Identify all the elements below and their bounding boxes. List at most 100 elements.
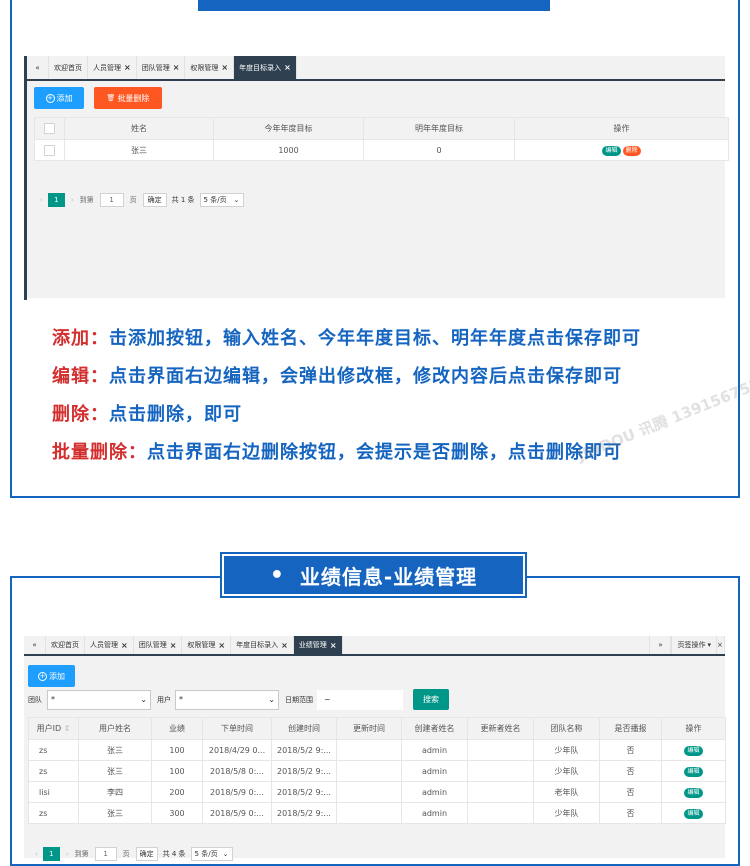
tab-item[interactable]: 年度目标录入 × — [231, 636, 294, 654]
page-current[interactable]: 1 — [47, 193, 65, 207]
close-icon[interactable]: × — [170, 641, 177, 650]
add-button-label: 添加 — [49, 671, 65, 681]
date-range-input[interactable]: ~ — [317, 689, 403, 710]
col-header[interactable]: 更新者姓名 — [467, 717, 534, 740]
user-select[interactable]: * ⌄ — [175, 689, 279, 710]
tab-item[interactable]: 业绩管理 × — [293, 636, 343, 654]
close-icon[interactable]: × — [173, 63, 180, 72]
col-header[interactable]: 今年年度目标 — [213, 117, 364, 140]
tab-item[interactable]: 权限管理 × — [182, 636, 232, 654]
col-header[interactable]: 操作 — [661, 717, 726, 740]
chevron-down-icon: ⌄ — [222, 850, 229, 858]
col-header[interactable]: 更新时间 — [336, 717, 402, 740]
pagination: ‹ 1 › 到第 1 页 确定 共 1 条 5 条/页 ⌄ — [40, 193, 244, 207]
tab-label: 欢迎首页 — [51, 641, 79, 649]
batch-delete-button[interactable]: 🗑 批量删除 — [94, 87, 162, 109]
cell-broadcast: 否 — [599, 739, 662, 761]
close-icon[interactable]: × — [281, 641, 288, 650]
col-header[interactable]: 姓名 — [64, 117, 214, 140]
tab-label: 权限管理 — [190, 63, 219, 72]
next-page-icon[interactable]: › — [66, 850, 69, 858]
tab-label: 年度目标录入 — [239, 63, 282, 72]
tab-item[interactable]: 人员管理 × — [85, 636, 134, 654]
annotations: 添加：击添加按钮，输入姓名、今年年度目标、明年年度点击保存即可 编辑：点击界面右… — [52, 324, 641, 476]
cell-id: zs — [28, 802, 79, 824]
annotation-text: 点击界面右边删除按钮，会提示是否删除，点击删除即可 — [147, 442, 622, 463]
tab-label: 团队管理 — [138, 641, 167, 649]
page-input[interactable]: 1 — [99, 193, 124, 207]
add-button[interactable]: + 添加 — [34, 87, 84, 109]
edit-button[interactable]: 编辑 — [602, 145, 621, 156]
tab-scroll-right-icon[interactable]: » — [649, 636, 672, 654]
tab-item[interactable]: 团队管理 × — [137, 56, 186, 79]
col-header[interactable]: 是否播报 — [599, 717, 662, 740]
cell-updater — [467, 802, 534, 824]
cell-id: zs — [28, 760, 79, 782]
cell-id: zs — [28, 739, 79, 761]
team-select[interactable]: * ⌄ — [47, 689, 151, 710]
tab-item[interactable]: 团队管理 × — [134, 636, 183, 654]
close-icon[interactable]: × — [124, 63, 131, 72]
row-checkbox[interactable] — [44, 144, 55, 156]
tab-item[interactable]: 人员管理 × — [88, 56, 137, 79]
tab-scroll-left-icon[interactable]: « — [27, 56, 49, 79]
cell-team: 老年队 — [533, 781, 600, 803]
page-size-select[interactable]: 5 条/页 ⌄ — [199, 193, 244, 207]
col-header[interactable]: 明年年度目标 — [363, 117, 515, 140]
tab-label: 团队管理 — [141, 63, 170, 72]
col-header[interactable]: 创建时间 — [271, 717, 337, 740]
tab-close-all-icon[interactable]: × — [717, 636, 725, 654]
tab-item[interactable]: 年度目标录入 × — [234, 56, 297, 79]
select-all-checkbox[interactable] — [44, 123, 55, 134]
cell-actions: 编辑 删除 — [514, 139, 729, 161]
annotation-delete: 删除：点击删除，即可 — [52, 400, 641, 438]
cell-name: 张三 — [64, 139, 214, 161]
cell-updated — [336, 781, 402, 803]
delete-button[interactable]: 删除 — [622, 145, 641, 156]
confirm-button[interactable]: 确定 — [135, 847, 158, 861]
page-input[interactable]: 1 — [94, 847, 117, 861]
confirm-button[interactable]: 确定 — [142, 193, 167, 207]
prev-page-icon[interactable]: ‹ — [35, 850, 38, 858]
col-header[interactable]: 操作 — [514, 117, 729, 140]
plus-icon: + — [38, 671, 47, 681]
col-header[interactable]: 业绩 — [151, 717, 203, 740]
sort-icon[interactable]: ⇕ — [61, 724, 71, 733]
tab-item[interactable]: 权限管理 × — [185, 56, 235, 79]
next-page-icon[interactable]: › — [71, 196, 74, 204]
tab-item[interactable]: 欢迎首页 — [46, 636, 85, 654]
cell-updated — [336, 802, 402, 824]
tab-bar: « 欢迎首页 人员管理 × 团队管理 × 权限管理 × 年度目标录入 × — [27, 56, 725, 81]
col-header[interactable]: 用户ID ⇕ — [28, 717, 79, 740]
edit-button[interactable]: 编辑 — [684, 787, 703, 798]
cell-next-year: 0 — [363, 139, 515, 161]
tab-label: 权限管理 — [187, 641, 216, 649]
cell-order-time: 2018/5/9 0:... — [202, 781, 272, 803]
close-icon[interactable]: × — [284, 63, 291, 72]
tab-scroll-left-icon[interactable]: « — [24, 636, 46, 654]
edit-button[interactable]: 编辑 — [684, 766, 703, 777]
close-icon[interactable]: × — [330, 641, 337, 650]
tab-item[interactable]: 欢迎首页 — [49, 56, 88, 79]
col-header[interactable]: 团队名称 — [533, 717, 600, 740]
close-icon[interactable]: × — [218, 641, 225, 650]
tab-label: 欢迎首页 — [54, 63, 82, 72]
prev-page-icon[interactable]: ‹ — [40, 196, 43, 204]
edit-button[interactable]: 编辑 — [684, 745, 703, 756]
close-icon[interactable]: × — [121, 641, 128, 650]
search-button[interactable]: 搜索 — [413, 689, 449, 710]
cell-amount: 300 — [151, 802, 203, 824]
table-row: zs 张三 300 2018/5/9 0:... 2018/5/2 9:... admin… — [28, 802, 726, 824]
col-header[interactable]: 用户姓名 — [78, 717, 152, 740]
cell-updater — [467, 781, 534, 803]
edit-button[interactable]: 编辑 — [684, 808, 703, 819]
add-button[interactable]: + 添加 — [28, 665, 75, 687]
cell-name: 李四 — [78, 781, 152, 803]
col-header[interactable]: 下单时间 — [202, 717, 272, 740]
annotation-key: 批量删除： — [52, 442, 147, 463]
page-ops-menu[interactable]: 页签操作 ▾ — [671, 636, 717, 654]
page-size-select[interactable]: 5 条/页 ⌄ — [190, 847, 233, 861]
page-current[interactable]: 1 — [42, 847, 60, 861]
close-icon[interactable]: × — [221, 63, 228, 72]
col-header[interactable]: 创建者姓名 — [401, 717, 468, 740]
